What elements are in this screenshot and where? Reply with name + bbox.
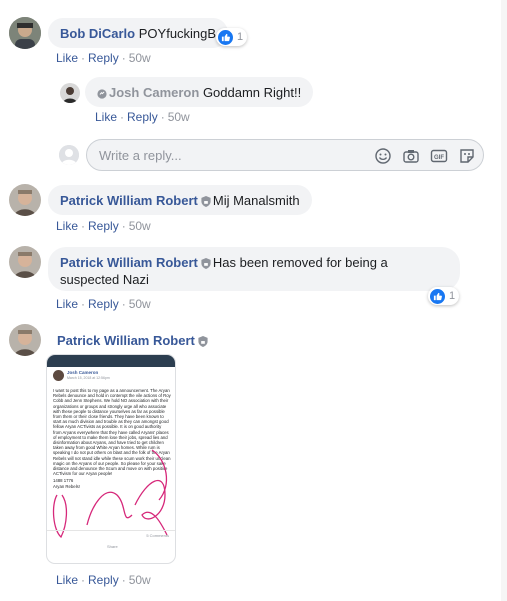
avatar[interactable] (9, 324, 41, 356)
user-silhouette-icon (59, 145, 79, 165)
red-scribble-annotation (52, 449, 168, 539)
timestamp[interactable]: 50w (129, 51, 151, 65)
avatar-photo (9, 184, 41, 216)
svg-text:GIF: GIF (434, 155, 444, 161)
like-link[interactable]: Like (56, 51, 78, 65)
thumbs-up-icon (430, 288, 445, 304)
admin-shield-icon (201, 258, 211, 269)
comment-author[interactable]: Bob DiCarlo (60, 26, 135, 41)
post-comment-count: 5 Comments (146, 533, 169, 538)
comment-bubble: Bob DiCarlo POYfuckingB (48, 18, 229, 48)
avatar-photo (9, 17, 41, 49)
like-link[interactable]: Like (56, 573, 78, 587)
comment-actions: Like · Reply · 50w (56, 297, 151, 311)
reply-link[interactable]: Reply (88, 51, 119, 65)
timestamp[interactable]: 50w (129, 297, 151, 311)
avatar[interactable] (9, 246, 41, 278)
thumbs-up-icon (218, 29, 233, 45)
reaction-number: 1 (237, 31, 244, 43)
reaction-number: 1 (449, 290, 456, 302)
comment-actions: Like · Reply · 50w (56, 51, 151, 65)
emoji-icon[interactable] (374, 147, 392, 165)
scrollbar[interactable] (501, 0, 507, 601)
avatar-photo (9, 246, 41, 278)
reply-composer[interactable]: GIF (86, 139, 484, 171)
attached-screenshot[interactable]: Josh Cameron March 15, 2018 at 12:56pm I… (47, 355, 175, 563)
comment-author[interactable]: Patrick William Robert (60, 255, 198, 270)
avatar[interactable] (9, 17, 41, 49)
like-link[interactable]: Like (56, 297, 78, 311)
sticker-icon[interactable] (458, 147, 476, 165)
admin-shield-icon (201, 196, 211, 207)
post-footer: 5 Comments Share (47, 530, 175, 549)
reply-link[interactable]: Reply (88, 573, 119, 587)
post-share: Share (107, 544, 118, 549)
comment-author[interactable]: Patrick William Robert (57, 333, 195, 348)
avatar[interactable] (9, 184, 41, 216)
badge-icon (97, 89, 107, 99)
current-user-avatar (59, 145, 79, 165)
comment-text: POYfuckingB (138, 26, 217, 41)
comment-bubble: Patrick William Robert Has been removed f… (48, 247, 460, 291)
comment-text: Goddamn Right!! (202, 85, 302, 100)
reply-link[interactable]: Reply (88, 297, 119, 311)
comment-actions: Like · Reply · 50w (95, 110, 190, 124)
like-link[interactable]: Like (56, 219, 78, 233)
timestamp[interactable]: 50w (168, 110, 190, 124)
reply-input[interactable] (97, 147, 361, 164)
comment-header: Patrick William Robert (57, 333, 210, 348)
comment-author[interactable]: Josh Cameron (109, 85, 199, 100)
like-link[interactable]: Like (95, 110, 117, 124)
gif-icon[interactable]: GIF (430, 147, 448, 165)
comment-text: Mij Manalsmith (212, 193, 300, 208)
admin-shield-icon (198, 336, 208, 347)
timestamp[interactable]: 50w (129, 219, 151, 233)
avatar-photo (60, 83, 80, 103)
timestamp[interactable]: 50w (129, 573, 151, 587)
avatar[interactable] (60, 83, 80, 103)
reply-link[interactable]: Reply (88, 219, 119, 233)
reply-link[interactable]: Reply (127, 110, 158, 124)
comment-author[interactable]: Patrick William Robert (60, 193, 198, 208)
comment-bubble: Patrick William Robert Mij Manalsmith (48, 185, 312, 215)
comment-actions: Like · Reply · 50w (56, 573, 151, 587)
comment-bubble: Josh Cameron Goddamn Right!! (85, 77, 314, 107)
avatar-photo (9, 324, 41, 356)
reaction-count[interactable]: 1 (216, 28, 248, 46)
reaction-count[interactable]: 1 (428, 287, 460, 305)
comment-actions: Like · Reply · 50w (56, 219, 151, 233)
camera-icon[interactable] (402, 147, 420, 165)
